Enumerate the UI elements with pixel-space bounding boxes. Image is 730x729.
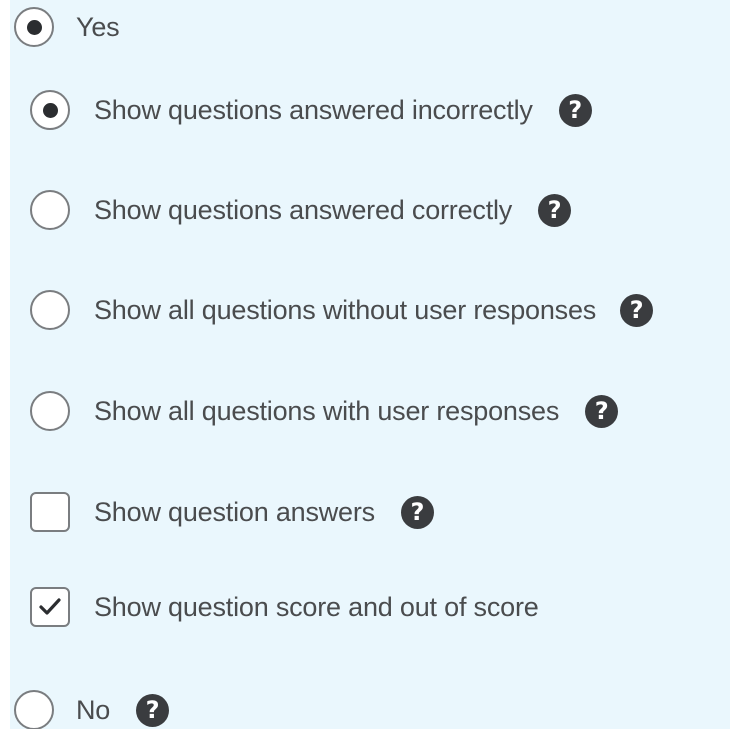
yes-radio[interactable] [14, 7, 54, 47]
show-all-without-responses-option[interactable]: Show all questions without user response… [30, 288, 654, 332]
show-incorrect-label: Show questions answered incorrectly [94, 94, 533, 125]
checkmark-icon [39, 598, 61, 615]
show-incorrect-option[interactable]: Show questions answered incorrectly ? [30, 88, 592, 132]
help-icon[interactable]: ? [558, 93, 592, 127]
help-icon[interactable]: ? [400, 495, 434, 529]
help-icon[interactable]: ? [538, 193, 572, 227]
help-icon[interactable]: ? [620, 293, 654, 327]
show-all-with-responses-label: Show all questions with user responses [94, 395, 560, 426]
show-all-with-responses-radio[interactable] [30, 391, 70, 431]
show-score-label: Show question score and out of score [94, 591, 539, 622]
radio-selected-dot [26, 19, 42, 35]
show-correct-label: Show questions answered correctly [94, 194, 513, 225]
radio-selected-dot [42, 102, 58, 118]
show-all-without-responses-radio[interactable] [30, 290, 70, 330]
show-answers-option[interactable]: Show question answers ? [30, 490, 434, 534]
show-all-with-responses-option[interactable]: Show all questions with user responses ? [30, 389, 619, 433]
show-correct-radio[interactable] [30, 190, 70, 230]
show-answers-checkbox[interactable] [30, 492, 70, 532]
show-all-without-responses-label: Show all questions without user response… [94, 294, 597, 325]
yes-option[interactable]: Yes [14, 5, 120, 49]
yes-label: Yes [76, 11, 120, 42]
show-correct-option[interactable]: Show questions answered correctly ? [30, 188, 572, 232]
show-incorrect-radio[interactable] [30, 90, 70, 130]
help-icon[interactable]: ? [585, 394, 619, 428]
show-score-option[interactable]: Show question score and out of score [30, 585, 539, 629]
no-option[interactable]: No ? [14, 688, 170, 729]
show-answers-label: Show question answers [94, 496, 375, 527]
show-score-checkbox[interactable] [30, 587, 70, 627]
no-label: No [76, 694, 111, 725]
no-radio[interactable] [14, 690, 54, 729]
help-icon[interactable]: ? [136, 693, 170, 727]
